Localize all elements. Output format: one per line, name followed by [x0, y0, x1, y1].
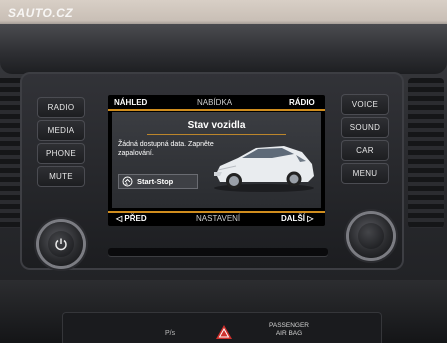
status-message: Žádná dostupná data. Zapněte zapalování. — [118, 141, 214, 157]
dashboard-top-bezel — [0, 24, 447, 74]
voice-button[interactable]: VOICE — [341, 94, 389, 115]
nastaveni-softkey[interactable]: NASTAVENÍ — [196, 214, 240, 223]
pred-label: PŘED — [124, 214, 147, 223]
seat-heat-label: P/s — [165, 330, 176, 337]
start-stop-label: Start-Stop — [137, 177, 174, 186]
dalsi-softkey[interactable]: DALŠÍ ▷ — [281, 214, 313, 223]
dalsi-label: DALŠÍ — [281, 214, 305, 223]
radio-softkey[interactable]: RÁDIO — [289, 98, 315, 107]
volume-power-knob[interactable] — [39, 222, 83, 266]
car-illustration — [214, 146, 314, 192]
passenger-airbag-indicator: PASSENGER AIR BAG — [258, 322, 320, 338]
top-accent-line — [108, 109, 325, 111]
power-icon — [55, 238, 67, 251]
pred-softkey[interactable]: ◁ PŘED — [116, 214, 147, 223]
sound-button[interactable]: SOUND — [341, 117, 389, 138]
page-title: Stav vozidla — [187, 120, 246, 131]
touch-screen: NÁHLED NABÍDKA RÁDIO Stav vozidla Žádná … — [108, 95, 325, 226]
media-button[interactable]: MEDIA — [37, 120, 85, 141]
mute-button[interactable]: MUTE — [37, 166, 85, 187]
tuning-knob[interactable] — [349, 214, 393, 258]
knob-cap — [358, 223, 384, 249]
right-air-vent — [408, 78, 444, 228]
hazard-warning-icon[interactable] — [215, 324, 233, 340]
car-button[interactable]: CAR — [341, 140, 389, 161]
start-stop-icon: A — [122, 176, 133, 187]
phone-button[interactable]: PHONE — [37, 143, 85, 164]
radio-button[interactable]: RADIO — [37, 97, 85, 118]
nabidka-softkey[interactable]: NABÍDKA — [197, 98, 232, 107]
watermark: SAUTO.CZ — [8, 6, 74, 20]
airbag-label-line2: AIR BAG — [275, 330, 303, 337]
airbag-label-line1: PASSENGER — [269, 322, 309, 329]
nahled-softkey[interactable]: NÁHLED — [114, 98, 147, 107]
cd-slot — [108, 248, 328, 256]
photo-scene: SAUTO.CZ RADIO MEDIA PHONE MUTE VOICE SO… — [0, 0, 447, 343]
start-stop-button[interactable]: A Start-Stop — [118, 174, 198, 189]
title-underline — [147, 134, 286, 135]
bottom-accent-line — [108, 211, 325, 213]
menu-button[interactable]: MENU — [341, 163, 389, 184]
vehicle-status-panel: Stav vozidla Žádná dostupná data. Zapnět… — [112, 112, 321, 208]
